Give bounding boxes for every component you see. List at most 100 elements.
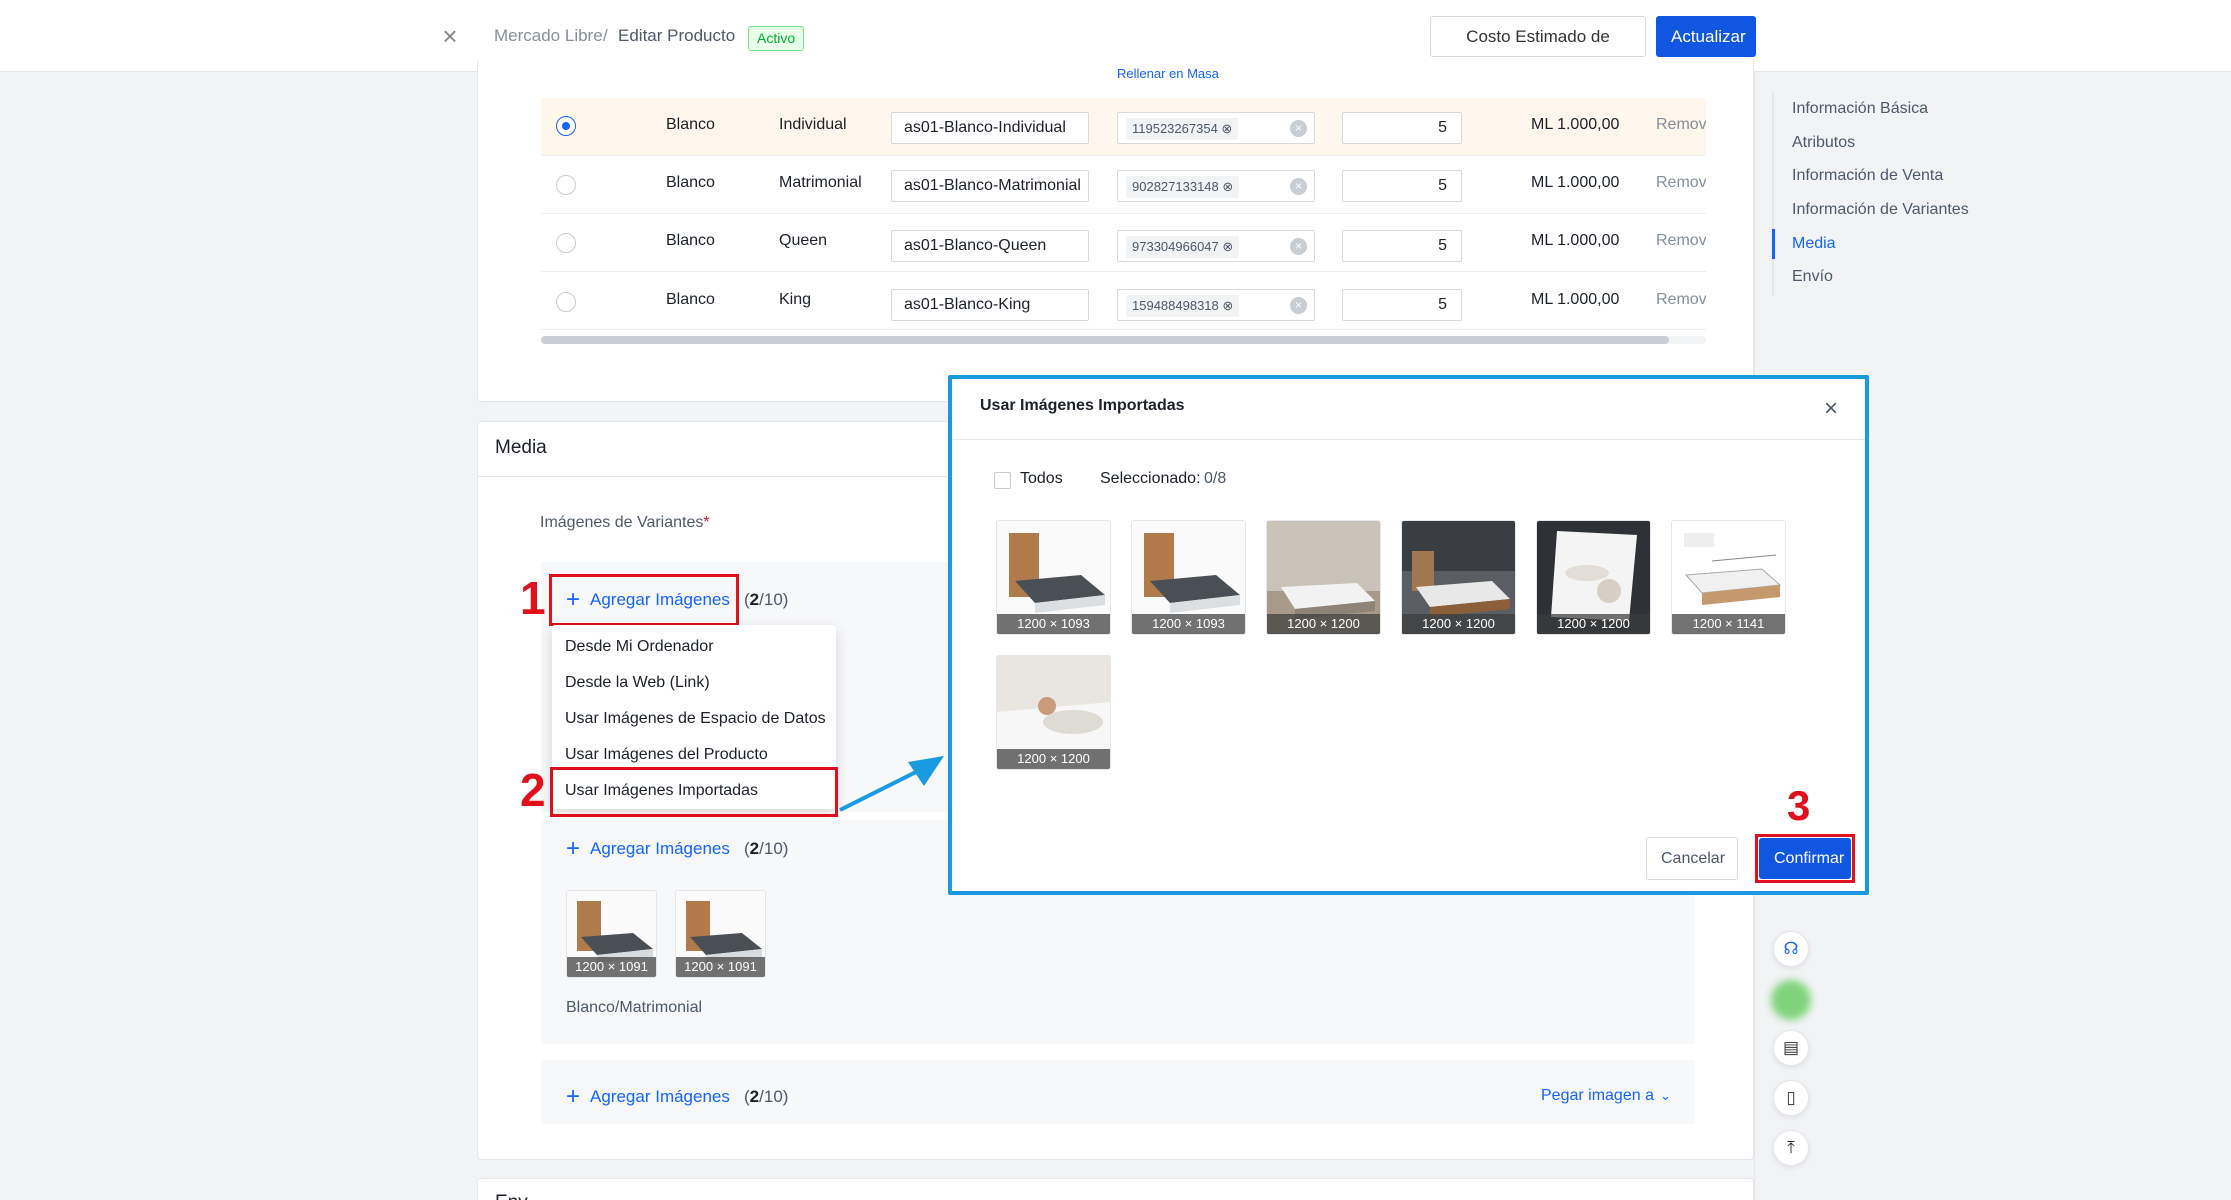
menu-item-product-images[interactable]: Usar Imágenes del Producto — [565, 746, 768, 764]
select-all-label[interactable]: Todos — [1020, 470, 1063, 488]
image-dims: 1200 × 1093 — [1132, 614, 1245, 634]
image-counter: (2/10) — [744, 590, 789, 609]
variant-qty-input[interactable]: 5 — [1342, 289, 1462, 321]
menu-item-from-computer[interactable]: Desde Mi Ordenador — [565, 638, 714, 656]
anchor-item-sales-info[interactable]: Información de Venta — [1792, 167, 1943, 185]
variant-qty-input[interactable]: 5 — [1342, 112, 1462, 144]
close-icon[interactable]: × — [1824, 397, 1838, 421]
modal-title: Usar Imágenes Importadas — [980, 397, 1185, 414]
variant-row[interactable]: Blanco Queen as01-Blanco-Queen 973304966… — [541, 214, 1706, 272]
mobile-preview-icon[interactable]: ▯ — [1773, 1080, 1809, 1116]
image-dims: 1200 × 1093 — [997, 614, 1110, 634]
imported-image-thumb[interactable]: 1200 × 1141 — [1671, 520, 1786, 635]
anchor-item-basic-info[interactable]: Información Básica — [1792, 100, 1928, 118]
variant-row[interactable]: Blanco King as01-Blanco-King 15948849831… — [541, 272, 1706, 330]
variant-radio[interactable] — [556, 175, 576, 195]
variant-gtin-field[interactable]: 119523267354 ⊗ × — [1117, 112, 1315, 144]
variant-remove-link[interactable]: Remov — [1656, 174, 1706, 192]
back-to-top-icon[interactable]: ⤒ — [1773, 1130, 1809, 1166]
anchor-item-media[interactable]: Media — [1792, 235, 1836, 253]
breadcrumb-root[interactable]: Mercado Libre — [494, 26, 603, 46]
paste-image-label: Pegar imagen a — [1541, 1087, 1654, 1104]
variant-gtin-field[interactable]: 973304966047 ⊗ × — [1117, 230, 1315, 262]
paste-image-dropdown[interactable]: Pegar imagen a ⌄ — [1541, 1087, 1671, 1105]
chat-avatar-icon[interactable] — [1771, 980, 1811, 1020]
imported-image-thumb[interactable]: 1200 × 1200 — [1536, 520, 1651, 635]
media-section-title: Media — [495, 437, 547, 458]
plus-icon: + — [566, 835, 581, 862]
add-images-button[interactable]: + Agregar Imágenes — [566, 836, 730, 862]
selected-label: Seleccionado: — [1100, 470, 1201, 487]
clear-icon[interactable]: × — [1290, 178, 1307, 195]
breadcrumb-separator: / — [603, 26, 608, 45]
image-dims: 1200 × 1091 — [676, 957, 765, 977]
variant-color: Blanco — [666, 174, 715, 191]
variant-sku-input[interactable]: as01-Blanco-Individual — [891, 112, 1089, 144]
table-scrollbar-thumb[interactable] — [541, 336, 1669, 344]
bulk-fill-link[interactable]: Rellenar en Masa — [1117, 66, 1219, 81]
anchor-item-attributes[interactable]: Atributos — [1792, 134, 1855, 152]
imported-image-thumb[interactable]: 1200 × 1093 — [1131, 520, 1246, 635]
menu-item-data-space[interactable]: Usar Imágenes de Espacio de Datos — [565, 710, 826, 728]
menu-item-from-web[interactable]: Desde la Web (Link) — [565, 674, 710, 692]
notes-icon[interactable]: ▤ — [1773, 1030, 1809, 1066]
shipping-section-title: Env — [495, 1192, 528, 1200]
variant-row[interactable]: Blanco Individual as01-Blanco-Individual… — [541, 98, 1706, 156]
variant-price: ML 1.000,00 — [1531, 291, 1620, 308]
anchor-item-variants-info[interactable]: Información de Variantes — [1792, 201, 1969, 219]
variant-caption: Blanco/Matrimonial — [566, 999, 703, 1016]
clear-icon[interactable]: × — [1290, 120, 1307, 137]
imported-image-thumb[interactable]: 1200 × 1093 — [996, 520, 1111, 635]
estimate-costs-button[interactable]: Costo Estimado de Ventas — [1430, 16, 1646, 85]
variant-size: Individual — [779, 116, 847, 133]
step-3-marker: 3 — [1787, 782, 1811, 829]
headset-icon[interactable]: ☊ — [1773, 931, 1809, 967]
image-counter: (2/10) — [744, 1087, 789, 1106]
add-images-button[interactable]: + Agregar Imágenes — [566, 1084, 730, 1110]
variant-remove-link[interactable]: Remov — [1656, 232, 1706, 250]
variant-radio[interactable] — [556, 292, 576, 312]
plus-icon: + — [566, 586, 581, 613]
image-counter: (2/10) — [744, 839, 789, 858]
variant-size: King — [779, 291, 812, 308]
variant-qty-input[interactable]: 5 — [1342, 230, 1462, 262]
variant-sku-input[interactable]: as01-Blanco-Queen — [891, 230, 1089, 262]
breadcrumb-current: Editar Producto — [618, 26, 736, 45]
confirm-button[interactable]: Confirmar — [1759, 838, 1851, 879]
variant-image-thumb[interactable]: 1200 × 1091 — [675, 890, 766, 978]
variant-remove-link[interactable]: Remov — [1656, 291, 1706, 309]
add-images-label: Agregar Imágenes — [590, 1087, 730, 1106]
cancel-button[interactable]: Cancelar — [1646, 837, 1738, 880]
imported-image-thumb[interactable]: 1200 × 1200 — [996, 655, 1111, 770]
select-all-checkbox[interactable] — [994, 472, 1011, 489]
clear-icon[interactable]: × — [1290, 297, 1307, 314]
selected-count: 0/8 — [1204, 470, 1227, 487]
close-icon[interactable]: × — [436, 22, 464, 50]
add-images-button[interactable]: + Agregar Imágenes — [566, 587, 730, 613]
imported-image-thumb[interactable]: 1200 × 1200 — [1266, 520, 1381, 635]
variant-color: Blanco — [666, 291, 715, 308]
anchor-item-shipping[interactable]: Envío — [1792, 268, 1833, 286]
image-dims: 1200 × 1200 — [997, 749, 1110, 769]
variant-radio[interactable] — [556, 116, 576, 136]
image-dims: 1200 × 1200 — [1402, 614, 1515, 634]
variant-sku-input[interactable]: as01-Blanco-King — [891, 289, 1089, 321]
variant-remove-link[interactable]: Remov — [1656, 116, 1706, 134]
add-images-label: Agregar Imágenes — [590, 839, 730, 858]
variant-gtin-field[interactable]: 159488498318 ⊗ × — [1117, 289, 1315, 321]
variant-radio[interactable] — [556, 233, 576, 253]
variant-image-thumb[interactable]: 1200 × 1091 — [566, 890, 657, 978]
variant-row[interactable]: Blanco Matrimonial as01-Blanco-Matrimoni… — [541, 156, 1706, 214]
variant-qty-input[interactable]: 5 — [1342, 170, 1462, 202]
image-dims: 1200 × 1200 — [1537, 614, 1650, 634]
variant-sku-input[interactable]: as01-Blanco-Matrimonial — [891, 170, 1089, 202]
imported-image-thumb[interactable]: 1200 × 1200 — [1401, 520, 1516, 635]
plus-icon: + — [566, 1083, 581, 1110]
gtin-tag: 902827133148 ⊗ — [1126, 176, 1240, 198]
update-button[interactable]: Actualizar — [1656, 16, 1756, 57]
variant-size: Queen — [779, 232, 828, 249]
image-dims: 1200 × 1200 — [1267, 614, 1380, 634]
clear-icon[interactable]: × — [1290, 238, 1307, 255]
gtin-value: 119523267354 — [1132, 121, 1218, 136]
variant-gtin-field[interactable]: 902827133148 ⊗ × — [1117, 170, 1315, 202]
